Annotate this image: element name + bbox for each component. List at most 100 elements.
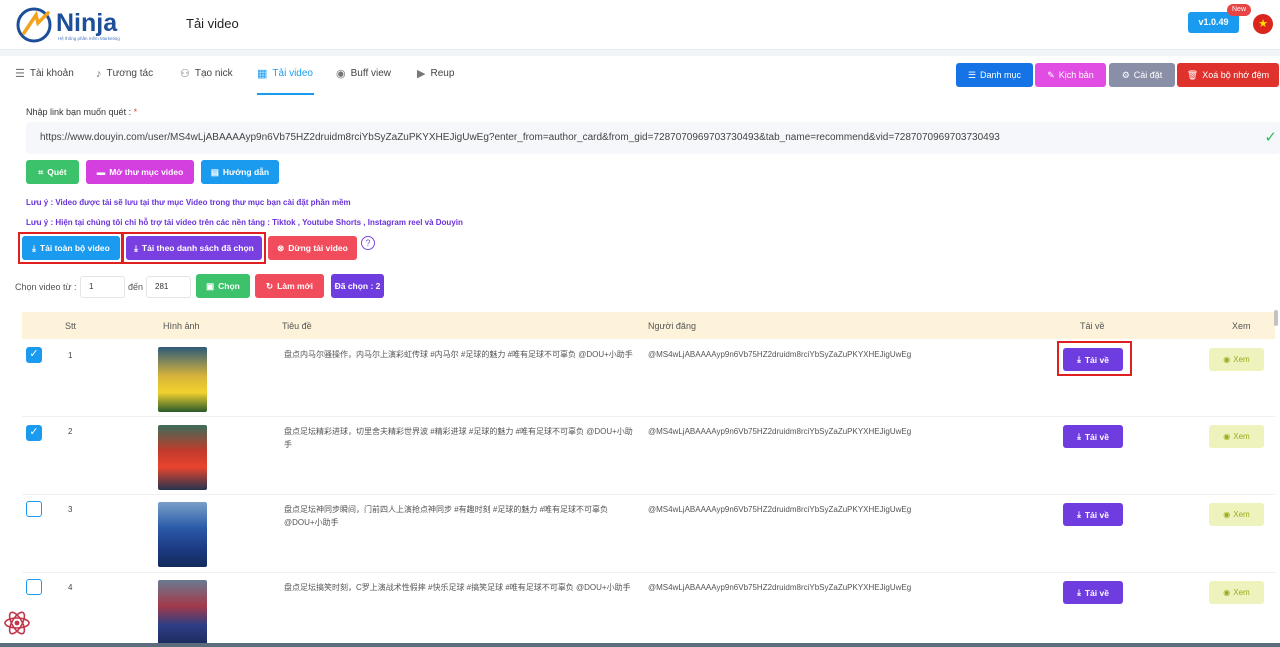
row-checkbox[interactable]: [26, 501, 42, 517]
col-poster: Người đăng: [648, 321, 696, 331]
url-input[interactable]: https://www.douyin.com/user/MS4wLjABAAAA…: [26, 122, 1280, 154]
download-row-label: Tải về: [1084, 431, 1109, 442]
view-row-label: Xem: [1233, 588, 1250, 597]
range-from-label: Chọn video từ :: [15, 282, 77, 292]
scan-button[interactable]: ⌗ Quét: [26, 160, 79, 184]
tiktok-icon: ♪: [96, 68, 102, 80]
logo-text: Ninja: [56, 9, 118, 37]
download-icon: ⤓: [1077, 587, 1081, 597]
open-folder-button-label: Mở thư mục video: [109, 167, 184, 177]
video-thumbnail[interactable]: [158, 580, 207, 645]
eye-icon: ◉: [336, 68, 346, 80]
eye-icon: ◉: [1223, 510, 1231, 519]
scan-icon: ⌗: [38, 166, 44, 177]
link-input-label: Nhập link bạn muốn quét : *: [26, 107, 137, 117]
download-row-button[interactable]: ⤓ Tải về: [1063, 581, 1123, 604]
table-header: Stt Hình ảnh Tiêu đề Người đăng Tải về X…: [22, 312, 1275, 339]
url-input-value: https://www.douyin.com/user/MS4wLjABAAAA…: [40, 132, 1000, 143]
clear-cache-button[interactable]: 🗑 Xoá bộ nhớ đệm: [1177, 63, 1279, 87]
tab-tuong-tac[interactable]: ♪ Tương tác: [96, 68, 153, 92]
scan-button-label: Quét: [47, 167, 67, 177]
col-stt: Stt: [65, 321, 77, 331]
script-button[interactable]: ✎ Kịch bản: [1035, 63, 1106, 87]
film-icon: ▦: [257, 68, 268, 80]
new-badge: New: [1227, 4, 1252, 16]
script-button-label: Kịch bản: [1058, 70, 1094, 80]
download-icon: ⤓: [1077, 509, 1081, 519]
tab-buff-view[interactable]: ◉ Buff view: [336, 68, 391, 92]
help-icon[interactable]: ?: [361, 236, 375, 250]
react-devtools-icon[interactable]: [3, 609, 31, 637]
calendar-icon: ▣: [206, 280, 215, 291]
select-range-button[interactable]: ▣ Chọn: [196, 274, 250, 298]
download-row-label: Tải về: [1084, 509, 1109, 520]
page-title: Tải video: [186, 16, 239, 31]
settings-button[interactable]: ⚙ Cài đặt: [1109, 63, 1175, 87]
table-row: 4 盘点足坛搞笑时刻，C罗上演战术性假摔 #快乐足球 #搞笑足球 #唯有足球不可…: [22, 573, 1275, 645]
open-folder-button[interactable]: ▬ Mở thư mục video: [86, 160, 194, 184]
tab-tai-video[interactable]: ▦ Tải video: [257, 68, 313, 92]
download-row-button[interactable]: ⤓ Tải về: [1063, 425, 1123, 448]
category-list-icon: ☰: [967, 69, 977, 80]
script-icon: ✎: [1047, 69, 1055, 80]
ninja-logo[interactable]: Ninja Hệ thống phần mềm Marketing: [16, 7, 120, 43]
video-thumbnail[interactable]: [158, 502, 207, 567]
scrollbar-thumb[interactable]: [1274, 310, 1278, 326]
row-checkbox[interactable]: ✓: [26, 347, 42, 363]
link-label-text: Nhập link bạn muốn quét :: [26, 107, 132, 117]
row-checkbox[interactable]: [26, 579, 42, 595]
trash-icon: 🗑: [1186, 69, 1199, 80]
view-row-button[interactable]: ◉ Xem: [1209, 581, 1264, 604]
category-button[interactable]: ☰ Danh mục: [956, 63, 1033, 87]
col-title: Tiêu đề: [282, 321, 312, 331]
row-title: 盘点足坛搞笑时刻，C罗上演战术性假摔 #快乐足球 #搞笑足球 #唯有足球不可辜负…: [284, 583, 631, 592]
app-header: Ninja Hệ thống phần mềm Marketing Tải vi…: [0, 0, 1280, 50]
document-icon: ▤: [210, 166, 219, 177]
refresh-button[interactable]: ↻ Làm mới: [255, 274, 324, 298]
row-poster: @MS4wLjABAAAAyp9n6Vb75HZ2druidm8rciYbSyZ…: [648, 427, 912, 436]
guide-button-label: Hướng dẫn: [222, 167, 270, 177]
video-thumbnail[interactable]: [158, 347, 207, 412]
note-supported-platforms: Lưu ý : Hiện tại chúng tôi chỉ hỗ trợ tả…: [26, 218, 463, 227]
refresh-icon: ↻: [266, 280, 274, 291]
row-stt: 2: [68, 427, 73, 436]
logo-mark-icon: [16, 7, 52, 43]
video-thumbnail[interactable]: [158, 425, 207, 490]
tab-reup[interactable]: ▶ Reup: [417, 68, 454, 92]
row-stt: 4: [68, 583, 73, 592]
selected-count-label: Đã chọn : 2: [334, 281, 381, 291]
download-row-label: Tải về: [1084, 587, 1109, 598]
tab-label: Buff view: [350, 68, 391, 79]
settings-button-label: Cài đặt: [1133, 70, 1163, 80]
active-tab-indicator: [257, 93, 314, 95]
category-button-label: Danh mục: [980, 70, 1022, 80]
row-poster: @MS4wLjABAAAAyp9n6Vb75HZ2druidm8rciYbSyZ…: [648, 350, 912, 359]
note-save-location: Lưu ý : Video được tải sẽ lưu tại thư mụ…: [26, 198, 351, 207]
refresh-label: Làm mới: [277, 281, 313, 291]
tab-label: Reup: [430, 68, 455, 79]
row-checkbox[interactable]: ✓: [26, 425, 42, 441]
logo-tagline: Hệ thống phần mềm Marketing: [58, 36, 120, 41]
download-row-button[interactable]: ⤓ Tải về: [1063, 503, 1123, 526]
table-row: ✓ 2 盘点足坛精彩进球，切里舍夫精彩世界波 #精彩进球 #足球的魅力 #唯有足…: [22, 417, 1275, 495]
guide-button[interactable]: ▤ Hướng dẫn: [201, 160, 279, 184]
highlight-frame: [122, 232, 266, 264]
tab-tao-nick[interactable]: ⚇ Tạo nick: [180, 68, 233, 92]
tab-tai-khoan[interactable]: ☰ Tài khoản: [15, 68, 74, 92]
required-mark: *: [133, 107, 138, 117]
view-row-label: Xem: [1233, 355, 1250, 364]
table-row: 3 盘点足坛神同步瞬间，门前四人上演抢点神同步 #有趣时刻 #足球的魅力 #唯有…: [22, 495, 1275, 573]
select-range-label: Chọn: [218, 281, 240, 291]
stop-icon: ⊗: [277, 242, 285, 253]
vietnam-flag-icon[interactable]: ★: [1253, 14, 1273, 34]
download-icon: ⤓: [1077, 431, 1081, 441]
view-row-button[interactable]: ◉ Xem: [1209, 425, 1264, 448]
highlight-frame: [18, 232, 123, 264]
selected-count-badge: Đã chọn : 2: [331, 274, 384, 298]
view-row-button[interactable]: ◉ Xem: [1209, 503, 1264, 526]
range-to-input[interactable]: 281: [146, 276, 191, 298]
view-row-button[interactable]: ◉ Xem: [1209, 348, 1264, 371]
tab-label: Tạo nick: [194, 68, 233, 79]
stop-download-button[interactable]: ⊗ Dừng tải video: [268, 236, 357, 260]
range-from-input[interactable]: 1: [80, 276, 125, 298]
